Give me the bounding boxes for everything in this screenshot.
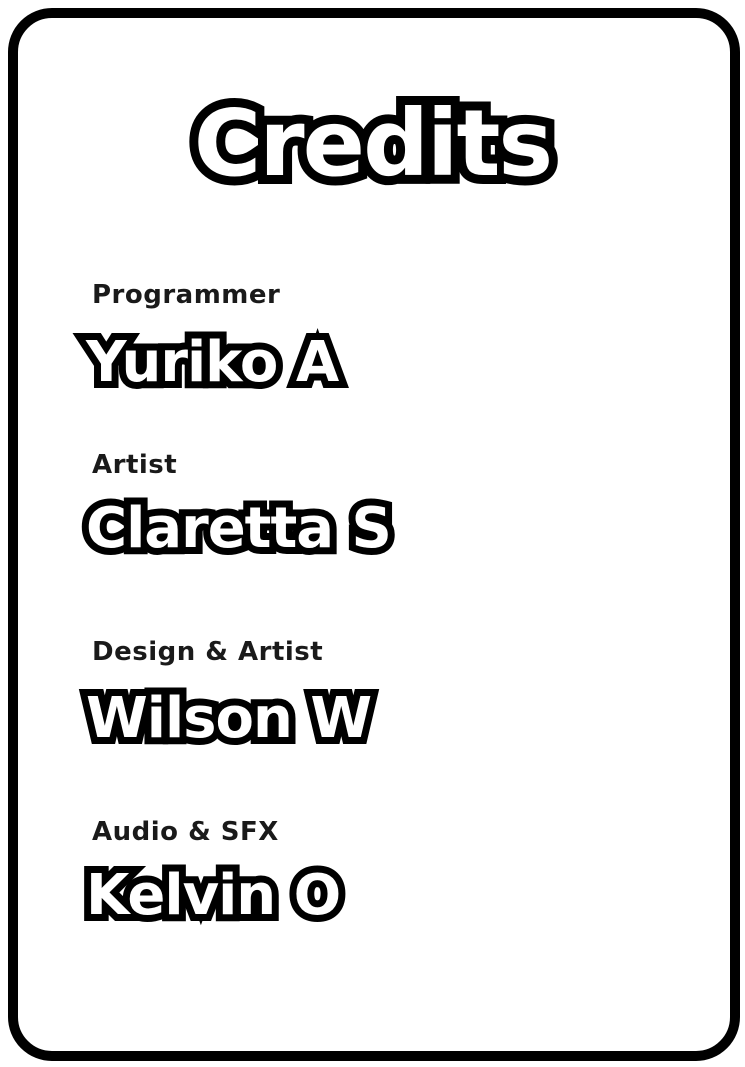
credit-name-design-artist: Wilson W (79, 679, 379, 758)
credit-name-artist: Claretta S (79, 489, 399, 568)
credit-name-audio-sfx: Kelvin O (79, 856, 348, 935)
role-label-programmer: Programmer (92, 280, 281, 310)
credit-name-programmer: Yuriko A (79, 323, 346, 402)
role-label-design-artist: Design & Artist (92, 637, 324, 667)
credits-title: Credits (185, 81, 562, 206)
role-label-audio-sfx: Audio & SFX (92, 817, 279, 847)
role-label-artist: Artist (92, 450, 178, 480)
